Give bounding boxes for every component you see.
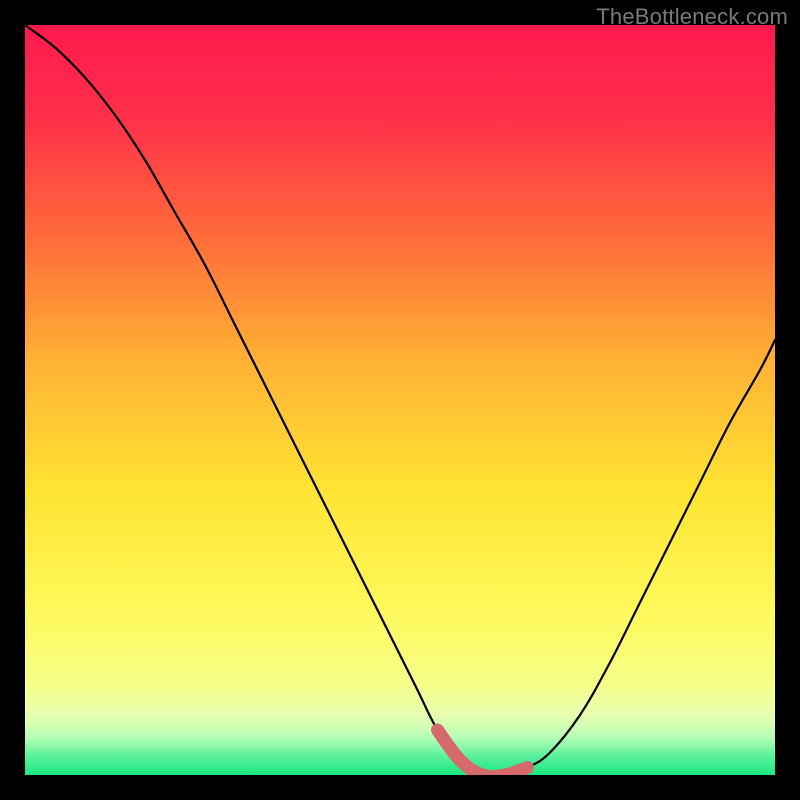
chart-stage: TheBottleneck.com <box>0 0 800 800</box>
plot-area <box>25 25 775 775</box>
bottleneck-curve <box>25 25 775 775</box>
bottleneck-highlight <box>438 730 528 775</box>
curve-layer <box>25 25 775 775</box>
watermark-text: TheBottleneck.com <box>596 4 788 30</box>
